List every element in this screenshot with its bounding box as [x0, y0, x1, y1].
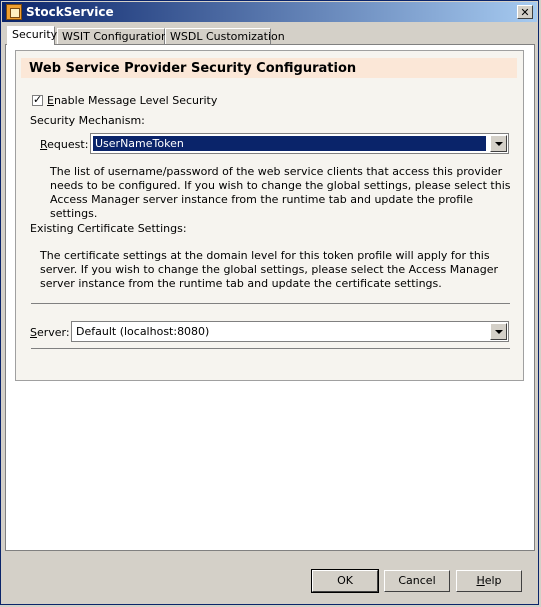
title-bar[interactable]: StockService ✕ [2, 2, 537, 22]
close-button[interactable]: ✕ [517, 5, 533, 19]
server-combo[interactable]: Default (localhost:8080) [71, 321, 509, 342]
divider [31, 303, 510, 304]
dialog-window: StockService ✕ Security WSIT Configurati… [0, 0, 539, 605]
chevron-down-icon[interactable] [490, 323, 507, 340]
window-title: StockService [26, 5, 114, 19]
tab-wsdl-customization[interactable]: WSDL Customization [165, 28, 285, 44]
tab-security[interactable]: Security [7, 26, 57, 45]
help-button[interactable]: Help [456, 570, 522, 592]
chevron-down-icon[interactable] [490, 135, 507, 152]
server-label: Server: [30, 326, 70, 339]
app-icon [6, 4, 22, 20]
enable-message-security-row[interactable]: Enable Message Level Security [32, 93, 217, 107]
security-panel: Web Service Provider Security Configurat… [15, 50, 524, 381]
existing-certificate-label: Existing Certificate Settings: [30, 222, 187, 235]
ok-button[interactable]: OK [311, 569, 379, 593]
request-combo[interactable]: UserNameToken [90, 133, 509, 154]
enable-message-security-checkbox[interactable] [32, 93, 43, 106]
tab-content: Web Service Provider Security Configurat… [5, 44, 535, 551]
panel-title: Web Service Provider Security Configurat… [21, 58, 517, 78]
enable-message-security-label[interactable]: Enable Message Level Security [47, 94, 217, 107]
cancel-button[interactable]: Cancel [384, 570, 450, 592]
divider [31, 348, 510, 349]
certificate-info-text: The certificate settings at the domain l… [40, 249, 498, 290]
server-value: Default (localhost:8080) [76, 325, 210, 338]
security-mechanism-label: Security Mechanism: [30, 114, 145, 127]
request-info-text: The list of username/password of the web… [50, 165, 511, 220]
tab-wsit-configuration[interactable]: WSIT Configuration [57, 28, 168, 44]
request-label: Request: [40, 138, 89, 151]
request-value: UserNameToken [93, 136, 486, 151]
